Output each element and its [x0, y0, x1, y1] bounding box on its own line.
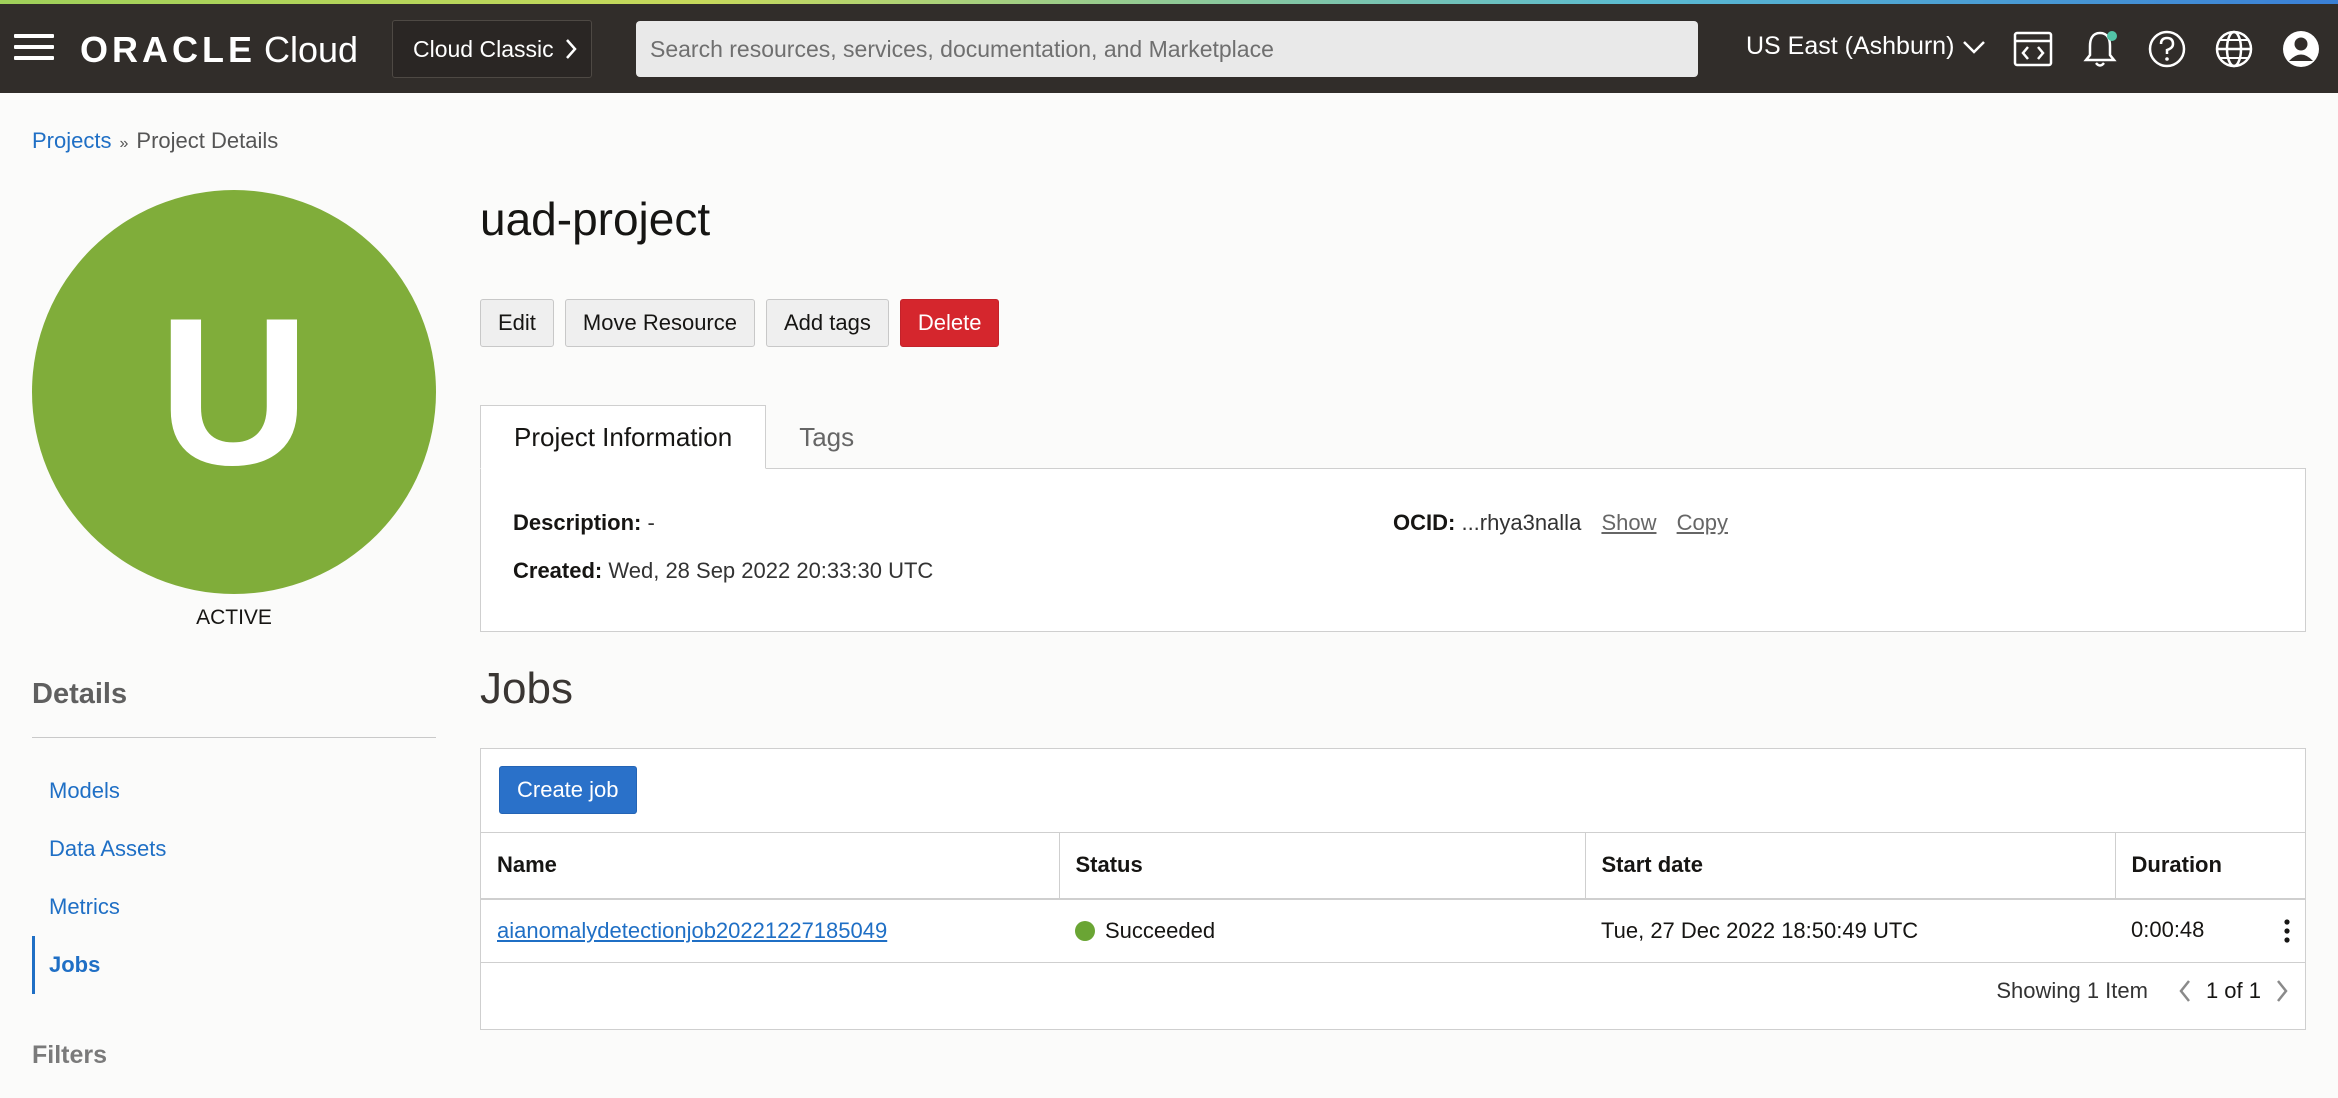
sidebar-item-data-assets[interactable]: Data Assets [32, 820, 436, 878]
developer-tools-icon[interactable] [2012, 28, 2054, 70]
help-icon[interactable] [2146, 28, 2188, 70]
move-resource-button[interactable]: Move Resource [564, 299, 755, 347]
region-selector[interactable]: US East (Ashburn) [1746, 32, 1986, 61]
previous-page-icon[interactable] [2170, 976, 2200, 1006]
description-value: - [647, 510, 655, 535]
search-input[interactable] [636, 21, 1698, 77]
oracle-cloud-logo[interactable]: ORACLE Cloud [80, 30, 358, 70]
logo-product: Cloud [264, 29, 359, 70]
job-name-link[interactable]: aianomalydetectionjob20221227185049 [497, 918, 887, 943]
pagination: Showing 1 Item 1 of 1 [1996, 971, 2305, 1011]
sidebar-divider [32, 737, 436, 738]
column-header-name[interactable]: Name [481, 832, 1059, 900]
tab-project-information[interactable]: Project Information [480, 405, 767, 469]
column-header-duration[interactable]: Duration [2114, 832, 2305, 900]
region-label: US East (Ashburn) [1746, 32, 1955, 60]
top-navigation-bar: ORACLECloud Cloud Classic US East (Ashbu… [0, 4, 2338, 93]
filters-heading: Filters [32, 1041, 108, 1069]
ocid-row: OCID: ...rhya3nalla Show Copy [1393, 510, 1728, 536]
jobs-table: Name Status Start date Duration aianomal… [481, 832, 2305, 963]
job-name-cell: aianomalydetectionjob20221227185049 [481, 898, 1059, 963]
project-avatar: U [32, 190, 436, 594]
job-duration: 0:00:48 [2131, 916, 2205, 942]
project-state-label: ACTIVE [196, 606, 272, 629]
create-job-button[interactable]: Create job [499, 766, 637, 814]
ocid-value: ...rhya3nalla [1461, 510, 1582, 535]
ocid-copy-link[interactable]: Copy [1677, 510, 1728, 535]
breadcrumb-current: Project Details [136, 128, 279, 153]
chevron-down-icon [1963, 40, 1986, 54]
jobs-section-title: Jobs [480, 664, 573, 713]
created-row: Created: Wed, 28 Sep 2022 20:33:30 UTC [513, 558, 933, 584]
table-header-row: Name Status Start date Duration [481, 832, 2305, 900]
ocid-label: OCID: [1393, 510, 1456, 535]
table-row: aianomalydetectionjob20221227185049 Succ… [481, 898, 2305, 963]
language-globe-icon[interactable] [2213, 28, 2255, 70]
avatar-initial: U [158, 274, 310, 509]
edit-button[interactable]: Edit [480, 299, 554, 347]
chevron-right-icon [565, 39, 577, 59]
sidebar-item-metrics[interactable]: Metrics [32, 878, 436, 936]
cloud-classic-label: Cloud Classic [413, 35, 554, 62]
menu-icon[interactable] [14, 34, 54, 64]
sidebar-heading: Details [32, 678, 128, 710]
job-status-cell: Succeeded [1059, 898, 1585, 963]
pagination-page: 1 of 1 [2205, 978, 2261, 1003]
notifications-bell-icon[interactable] [2079, 28, 2121, 70]
column-header-start-date[interactable]: Start date [1584, 832, 2115, 900]
pagination-count: Showing 1 Item [1996, 978, 2148, 1003]
description-label: Description: [513, 510, 642, 535]
delete-button[interactable]: Delete [899, 299, 1000, 347]
breadcrumb-projects-link[interactable]: Projects [32, 128, 111, 153]
ocid-show-link[interactable]: Show [1601, 510, 1656, 535]
job-duration-cell: 0:00:48 [2115, 898, 2305, 963]
sidebar-item-jobs[interactable]: Jobs [32, 936, 436, 994]
jobs-panel: Create job Name Status Start date Durati… [480, 748, 2306, 1030]
breadcrumb: Projects » Project Details [32, 128, 278, 154]
details-tabs: Project Information Tags [480, 405, 887, 469]
logo-brand: ORACLE [80, 29, 256, 70]
job-start-date: Tue, 27 Dec 2022 18:50:49 UTC [1585, 898, 2115, 963]
add-tags-button[interactable]: Add tags [766, 299, 889, 347]
project-information-panel: Description: - Created: Wed, 28 Sep 2022… [480, 468, 2306, 632]
description-row: Description: - [513, 510, 655, 536]
job-status: Succeeded [1105, 917, 1216, 943]
status-dot-icon [1075, 920, 1095, 941]
created-value: Wed, 28 Sep 2022 20:33:30 UTC [608, 558, 934, 583]
created-label: Created: [513, 558, 603, 583]
action-buttons: Edit Move Resource Add tags Delete [480, 299, 1000, 347]
sidebar-resources-nav: Models Data Assets Metrics Jobs [32, 762, 436, 994]
breadcrumb-separator-icon: » [119, 135, 129, 152]
tab-tags[interactable]: Tags [766, 405, 887, 469]
page-title: uad-project [480, 193, 711, 245]
column-header-status[interactable]: Status [1058, 832, 1585, 900]
row-actions-kebab-icon[interactable] [2275, 917, 2299, 945]
next-page-icon[interactable] [2267, 976, 2297, 1006]
cloud-classic-button[interactable]: Cloud Classic [392, 20, 592, 78]
user-profile-icon[interactable] [2280, 28, 2322, 70]
sidebar-item-models[interactable]: Models [32, 762, 436, 820]
